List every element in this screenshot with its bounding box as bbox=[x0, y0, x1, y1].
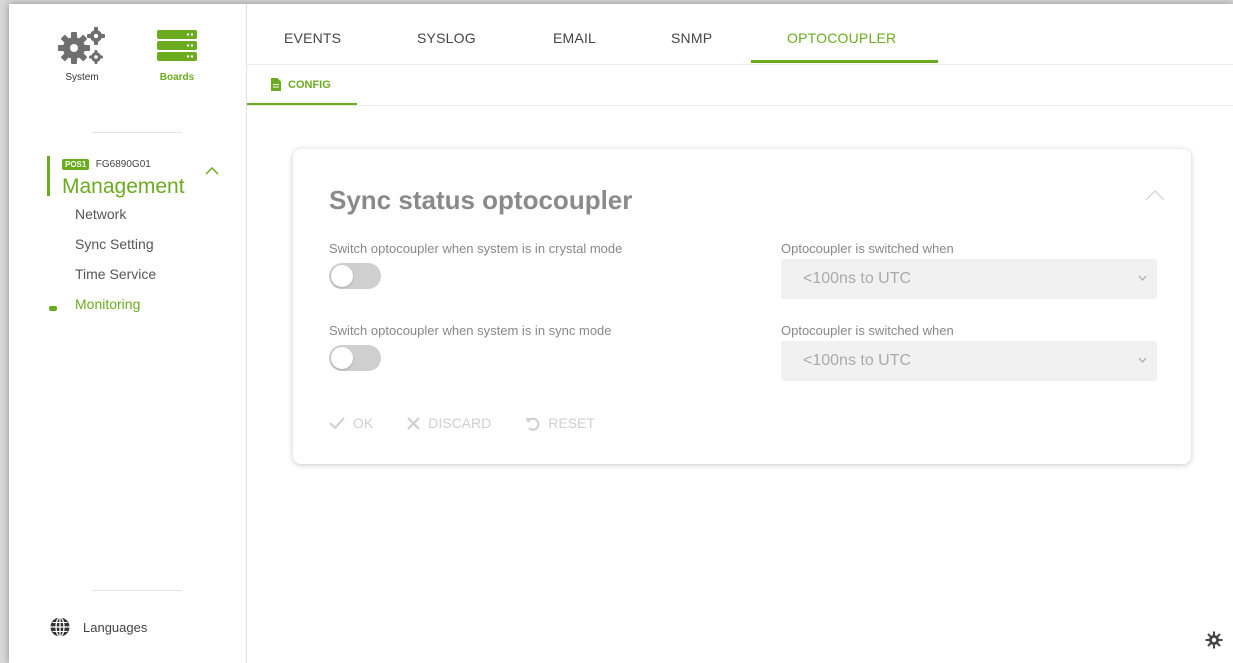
sync-switch-condition-select[interactable]: <100ns to UTC bbox=[781, 341, 1157, 381]
position-badge: POS1 bbox=[62, 159, 90, 171]
app-window: System Boards POS1 FG6890G01 Management … bbox=[9, 4, 1233, 663]
sidebar-item-monitoring[interactable]: Monitoring bbox=[75, 296, 140, 312]
crystal-mode-label: Switch optocoupler when system is in cry… bbox=[329, 241, 623, 256]
tab-bar: EVENTS SYSLOG EMAIL SNMP OPTOCOUPLER bbox=[247, 4, 1233, 65]
tab-optocoupler[interactable]: OPTOCOUPLER bbox=[787, 30, 896, 46]
toggle-knob bbox=[331, 347, 353, 369]
chevron-down-icon bbox=[1138, 275, 1147, 281]
crystal-switch-condition-value: <100ns to UTC bbox=[803, 270, 912, 287]
reset-button[interactable]: RESET bbox=[525, 415, 595, 431]
sidebar-item-network[interactable]: Network bbox=[75, 206, 126, 222]
tab-snmp[interactable]: SNMP bbox=[671, 30, 712, 46]
discard-label: DISCARD bbox=[428, 415, 492, 431]
module-title: Management bbox=[62, 175, 185, 198]
undo-icon bbox=[525, 417, 540, 431]
collapse-chevron-icon[interactable] bbox=[1145, 189, 1165, 201]
sidebar-item-sync-setting[interactable]: Sync Setting bbox=[75, 236, 154, 252]
active-tab-indicator bbox=[751, 60, 938, 63]
ok-button[interactable]: OK bbox=[329, 415, 373, 431]
subtab-config-label: CONFIG bbox=[288, 78, 331, 91]
system-label: System bbox=[65, 72, 99, 83]
sync-switch-condition-value: <100ns to UTC bbox=[803, 352, 912, 369]
toggle-knob bbox=[331, 265, 353, 287]
crystal-mode-toggle[interactable] bbox=[329, 263, 381, 289]
sidebar-divider-bottom bbox=[92, 590, 182, 591]
boards-button[interactable]: Boards bbox=[142, 20, 212, 83]
subtab-bar: CONFIG bbox=[247, 64, 1233, 106]
document-icon bbox=[271, 78, 281, 91]
reset-label: RESET bbox=[548, 415, 595, 431]
languages-button[interactable]: Languages bbox=[49, 616, 147, 638]
chevron-down-icon bbox=[1138, 357, 1147, 363]
sync-mode-label: Switch optocoupler when system is in syn… bbox=[329, 323, 612, 338]
settings-gear-icon[interactable] bbox=[1205, 631, 1223, 649]
discard-button[interactable]: DISCARD bbox=[407, 415, 491, 431]
tab-syslog[interactable]: SYSLOG bbox=[417, 30, 476, 46]
module-header[interactable]: POS1 FG6890G01 Management bbox=[47, 156, 185, 198]
card-title: Sync status optocoupler bbox=[329, 185, 633, 215]
optocoupler-card: Sync status optocoupler Switch optocoupl… bbox=[293, 149, 1191, 464]
close-icon bbox=[407, 416, 421, 430]
main-panel: EVENTS SYSLOG EMAIL SNMP OPTOCOUPLER CON… bbox=[247, 4, 1233, 663]
active-bullet-icon bbox=[49, 306, 57, 311]
ok-label: OK bbox=[353, 415, 374, 431]
top-icon-bar: System Boards bbox=[9, 4, 246, 114]
active-subtab-indicator bbox=[247, 103, 357, 105]
gears-icon bbox=[58, 27, 105, 64]
chevron-up-icon[interactable] bbox=[205, 166, 219, 176]
module-serial: FG6890G01 bbox=[95, 159, 151, 171]
sidebar: System Boards POS1 FG6890G01 Management … bbox=[9, 4, 247, 663]
languages-label: Languages bbox=[83, 619, 148, 635]
checkmark-icon bbox=[329, 417, 345, 429]
tab-events[interactable]: EVENTS bbox=[284, 30, 341, 46]
tab-email[interactable]: EMAIL bbox=[553, 30, 596, 46]
crystal-switch-condition-label: Optocoupler is switched when bbox=[781, 241, 954, 256]
sidebar-item-time-service[interactable]: Time Service bbox=[75, 266, 156, 282]
boards-label: Boards bbox=[159, 72, 195, 83]
boards-icon bbox=[157, 30, 197, 61]
system-button[interactable]: System bbox=[47, 20, 117, 83]
globe-icon bbox=[50, 616, 70, 638]
card-actions: OK DISCARD RESET bbox=[329, 415, 629, 431]
sync-switch-condition-label: Optocoupler is switched when bbox=[781, 323, 954, 338]
sidebar-divider-top bbox=[92, 132, 182, 133]
subtab-config[interactable]: CONFIG bbox=[271, 78, 331, 91]
crystal-switch-condition-select[interactable]: <100ns to UTC bbox=[781, 259, 1157, 299]
sync-mode-toggle[interactable] bbox=[329, 345, 381, 371]
